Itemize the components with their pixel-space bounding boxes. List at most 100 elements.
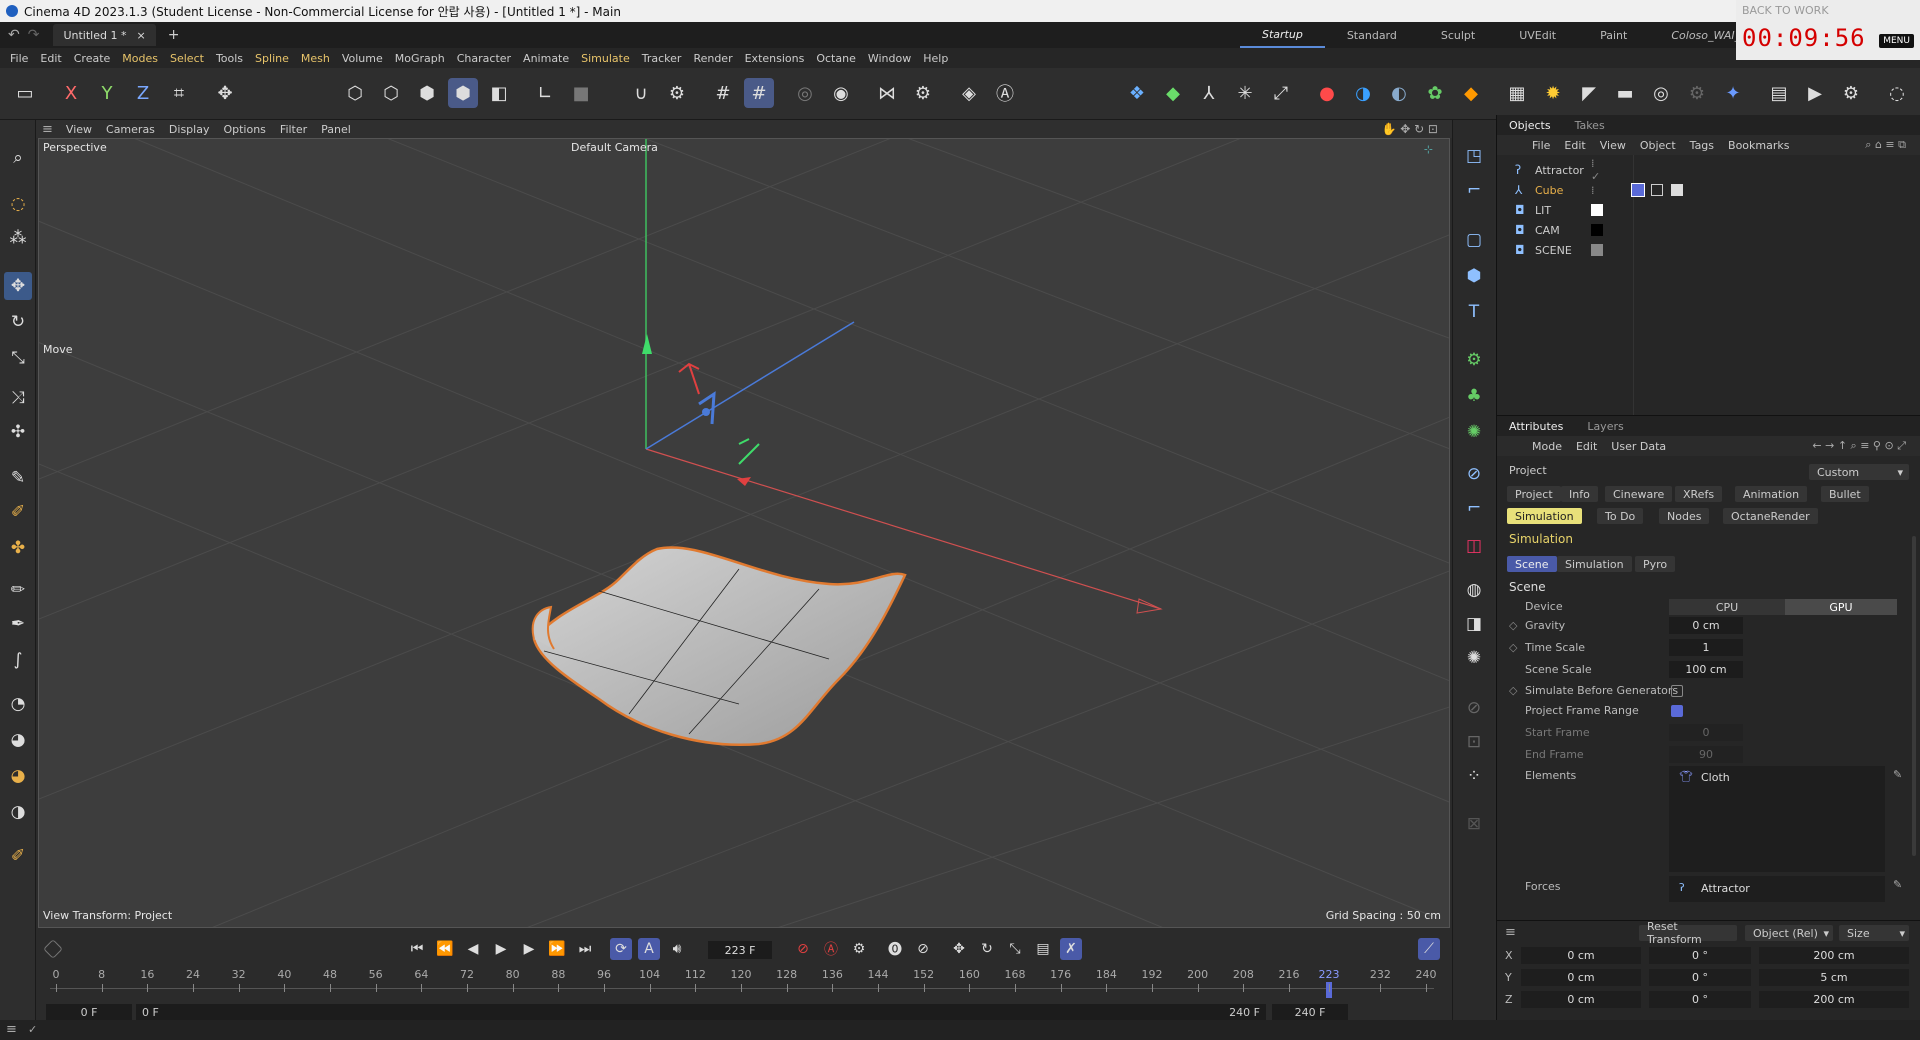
forces-edit-icon[interactable]: ✎ [1893, 878, 1902, 891]
object-row-attractor[interactable]: ʔ Attractor ⁞ ✓ [1515, 157, 1600, 183]
null-object-icon[interactable]: ▭ [10, 78, 40, 108]
sky-object-icon[interactable]: ◍ [1460, 576, 1488, 604]
tab-xrefs[interactable]: XRefs [1675, 486, 1723, 502]
object-row-cam[interactable]: ◘ CAM [1515, 221, 1603, 239]
viewport-menu-panel[interactable]: Panel [314, 123, 358, 136]
record-key-icon[interactable]: ⊘ [792, 938, 814, 960]
status-hamburger-icon[interactable]: ≡ [6, 1022, 17, 1037]
attr-nav-icons[interactable]: ← → ↑ ⌕ ≡ ⚲ ⊙ ⤢ [1805, 439, 1913, 453]
texture-mode-icon[interactable]: ◧ [484, 78, 514, 108]
solo-icon[interactable]: ■ [566, 78, 596, 108]
text-object-icon[interactable]: T [1460, 298, 1488, 326]
edges-mode-icon[interactable]: ⬡ [376, 78, 406, 108]
rot-z-field[interactable]: 0 ° [1649, 991, 1751, 1008]
symmetry-settings-icon[interactable]: ⚙ [908, 78, 938, 108]
object-row-cube[interactable]: ⅄ Cube ⁞ [1515, 181, 1683, 199]
light-object-icon[interactable]: ⌐ [1460, 176, 1488, 204]
y-handle-icon[interactable] [642, 334, 652, 354]
menu-spline[interactable]: Spline [249, 52, 295, 65]
render-view-icon[interactable]: ▤ [1764, 78, 1794, 108]
key-settings-icon[interactable]: ⚙ [848, 938, 870, 960]
device-cpu-button[interactable]: CPU [1669, 599, 1785, 615]
layout-tab-paint[interactable]: Paint [1578, 22, 1649, 48]
transform-icon[interactable]: ⤨ [4, 384, 32, 412]
objects-menu-bookmarks[interactable]: Bookmarks [1721, 139, 1796, 152]
subtab-simulation[interactable]: Simulation [1557, 556, 1632, 572]
extrude-tool-icon[interactable]: ✐ [4, 498, 32, 526]
workplane-snap-icon[interactable]: # [744, 78, 774, 108]
close-icon[interactable]: × [136, 29, 145, 42]
octane-gear-icon[interactable]: ✿ [1420, 78, 1450, 108]
menu-render[interactable]: Render [687, 52, 738, 65]
frame-range-checkbox[interactable] [1671, 705, 1683, 717]
menu-tracker[interactable]: Tracker [636, 52, 688, 65]
viewport-menu-view[interactable]: View [59, 123, 99, 136]
texture-tag-icon[interactable] [1671, 184, 1683, 196]
grid-snap-icon[interactable]: # [708, 78, 738, 108]
material-tag-icon[interactable] [1651, 184, 1663, 196]
layout-tab-sculpt[interactable]: Sculpt [1419, 22, 1497, 48]
subtab-pyro[interactable]: Pyro [1635, 556, 1676, 572]
menu-volume[interactable]: Volume [336, 52, 389, 65]
rotate-icon[interactable]: ↻ [4, 308, 32, 336]
particles-object-icon[interactable]: ⁘ [1460, 762, 1488, 790]
timer-menu-button[interactable]: MENU [1879, 34, 1914, 48]
menu-character[interactable]: Character [451, 52, 517, 65]
coordinate-system-icon[interactable]: ⌗ [164, 78, 194, 108]
layout-tab-uvedit[interactable]: UVEdit [1497, 22, 1578, 48]
tab-objects[interactable]: Objects [1497, 119, 1563, 132]
pen-tool-icon[interactable]: ✒ [4, 610, 32, 638]
size-z-field[interactable]: 200 cm [1759, 991, 1909, 1008]
object-row-lit[interactable]: ◘ LIT [1515, 201, 1603, 219]
scene-scale-field[interactable]: 100 cm [1669, 661, 1743, 678]
edit-render-settings-icon[interactable]: ⚙ [1836, 78, 1866, 108]
lock-workplane-icon[interactable]: ◉ [826, 78, 856, 108]
elements-edit-icon[interactable]: ✎ [1893, 768, 1902, 781]
sculpt-tool-icon[interactable]: ✤ [4, 534, 32, 562]
snap-settings-icon[interactable]: ⚙ [662, 78, 692, 108]
soft-selection-icon[interactable]: ◎ [790, 78, 820, 108]
key-scale-icon[interactable]: ⤡ [1004, 938, 1026, 960]
paint-sphere-icon[interactable]: ◑ [4, 798, 32, 826]
checker-icon[interactable]: ▦ [1502, 78, 1532, 108]
z-axis-lock-icon[interactable]: Z [128, 78, 158, 108]
time-scale-field[interactable]: 1 [1669, 639, 1743, 656]
key-pla-icon[interactable]: ✗ [1060, 938, 1082, 960]
record-render-icon[interactable]: ● [1312, 78, 1342, 108]
particles-icon[interactable]: ✳ [1230, 78, 1260, 108]
octane-object-icon[interactable]: ◆ [1456, 78, 1486, 108]
spot-light-icon[interactable]: ◤ [1574, 78, 1604, 108]
attr-menu-edit[interactable]: Edit [1569, 440, 1604, 453]
simulate-before-checkbox[interactable] [1671, 685, 1683, 697]
next-key-icon[interactable]: ⏩ [546, 938, 568, 960]
add-tab-icon[interactable]: + [168, 27, 180, 43]
tab-bullet[interactable]: Bullet [1821, 486, 1869, 502]
menu-help[interactable]: Help [917, 52, 954, 65]
playback-rate-icon[interactable]: A [638, 938, 660, 960]
elements-item[interactable]: Cloth [1701, 771, 1730, 784]
search-icon[interactable]: ⌕ [4, 144, 32, 172]
menu-modes[interactable]: Modes [116, 52, 164, 65]
y-axis-lock-icon[interactable]: Y [92, 78, 122, 108]
texture-sphere-icon[interactable]: ◕ [4, 762, 32, 790]
joint-tool-icon[interactable]: ⅄ [1194, 78, 1224, 108]
plane-object-icon[interactable]: ▢ [1460, 226, 1488, 254]
next-frame-icon[interactable]: ▶ [518, 938, 540, 960]
viewport-menu-cameras[interactable]: Cameras [99, 123, 162, 136]
key-rotation-icon[interactable]: ⊘ [912, 938, 934, 960]
viewport-navigation-icons[interactable]: ✋ ✥ ↻ ⊡ [1381, 122, 1438, 136]
ring-light-icon[interactable]: ◎ [1646, 78, 1676, 108]
render-picture-viewer-icon[interactable]: ▶ [1800, 78, 1830, 108]
menu-tools[interactable]: Tools [210, 52, 249, 65]
pos-x-field[interactable]: 0 cm [1521, 947, 1641, 964]
preset-dropdown[interactable]: Custom ▾ [1809, 464, 1909, 480]
render-settings-icon[interactable]: ✦ [1718, 78, 1748, 108]
model-mode-icon[interactable]: ⬢ [448, 78, 478, 108]
viewport-hamburger-icon[interactable]: ≡ [42, 122, 53, 137]
cloth-tag-icon[interactable] [1631, 183, 1645, 197]
key-rotate-icon[interactable]: ↻ [976, 938, 998, 960]
keyframe-diamond-icon[interactable]: ◇ [1509, 619, 1517, 632]
objects-menu-edit[interactable]: Edit [1557, 139, 1592, 152]
camera-label[interactable]: Default Camera [571, 141, 658, 154]
go-to-end-icon[interactable]: ⏭ [574, 938, 596, 960]
